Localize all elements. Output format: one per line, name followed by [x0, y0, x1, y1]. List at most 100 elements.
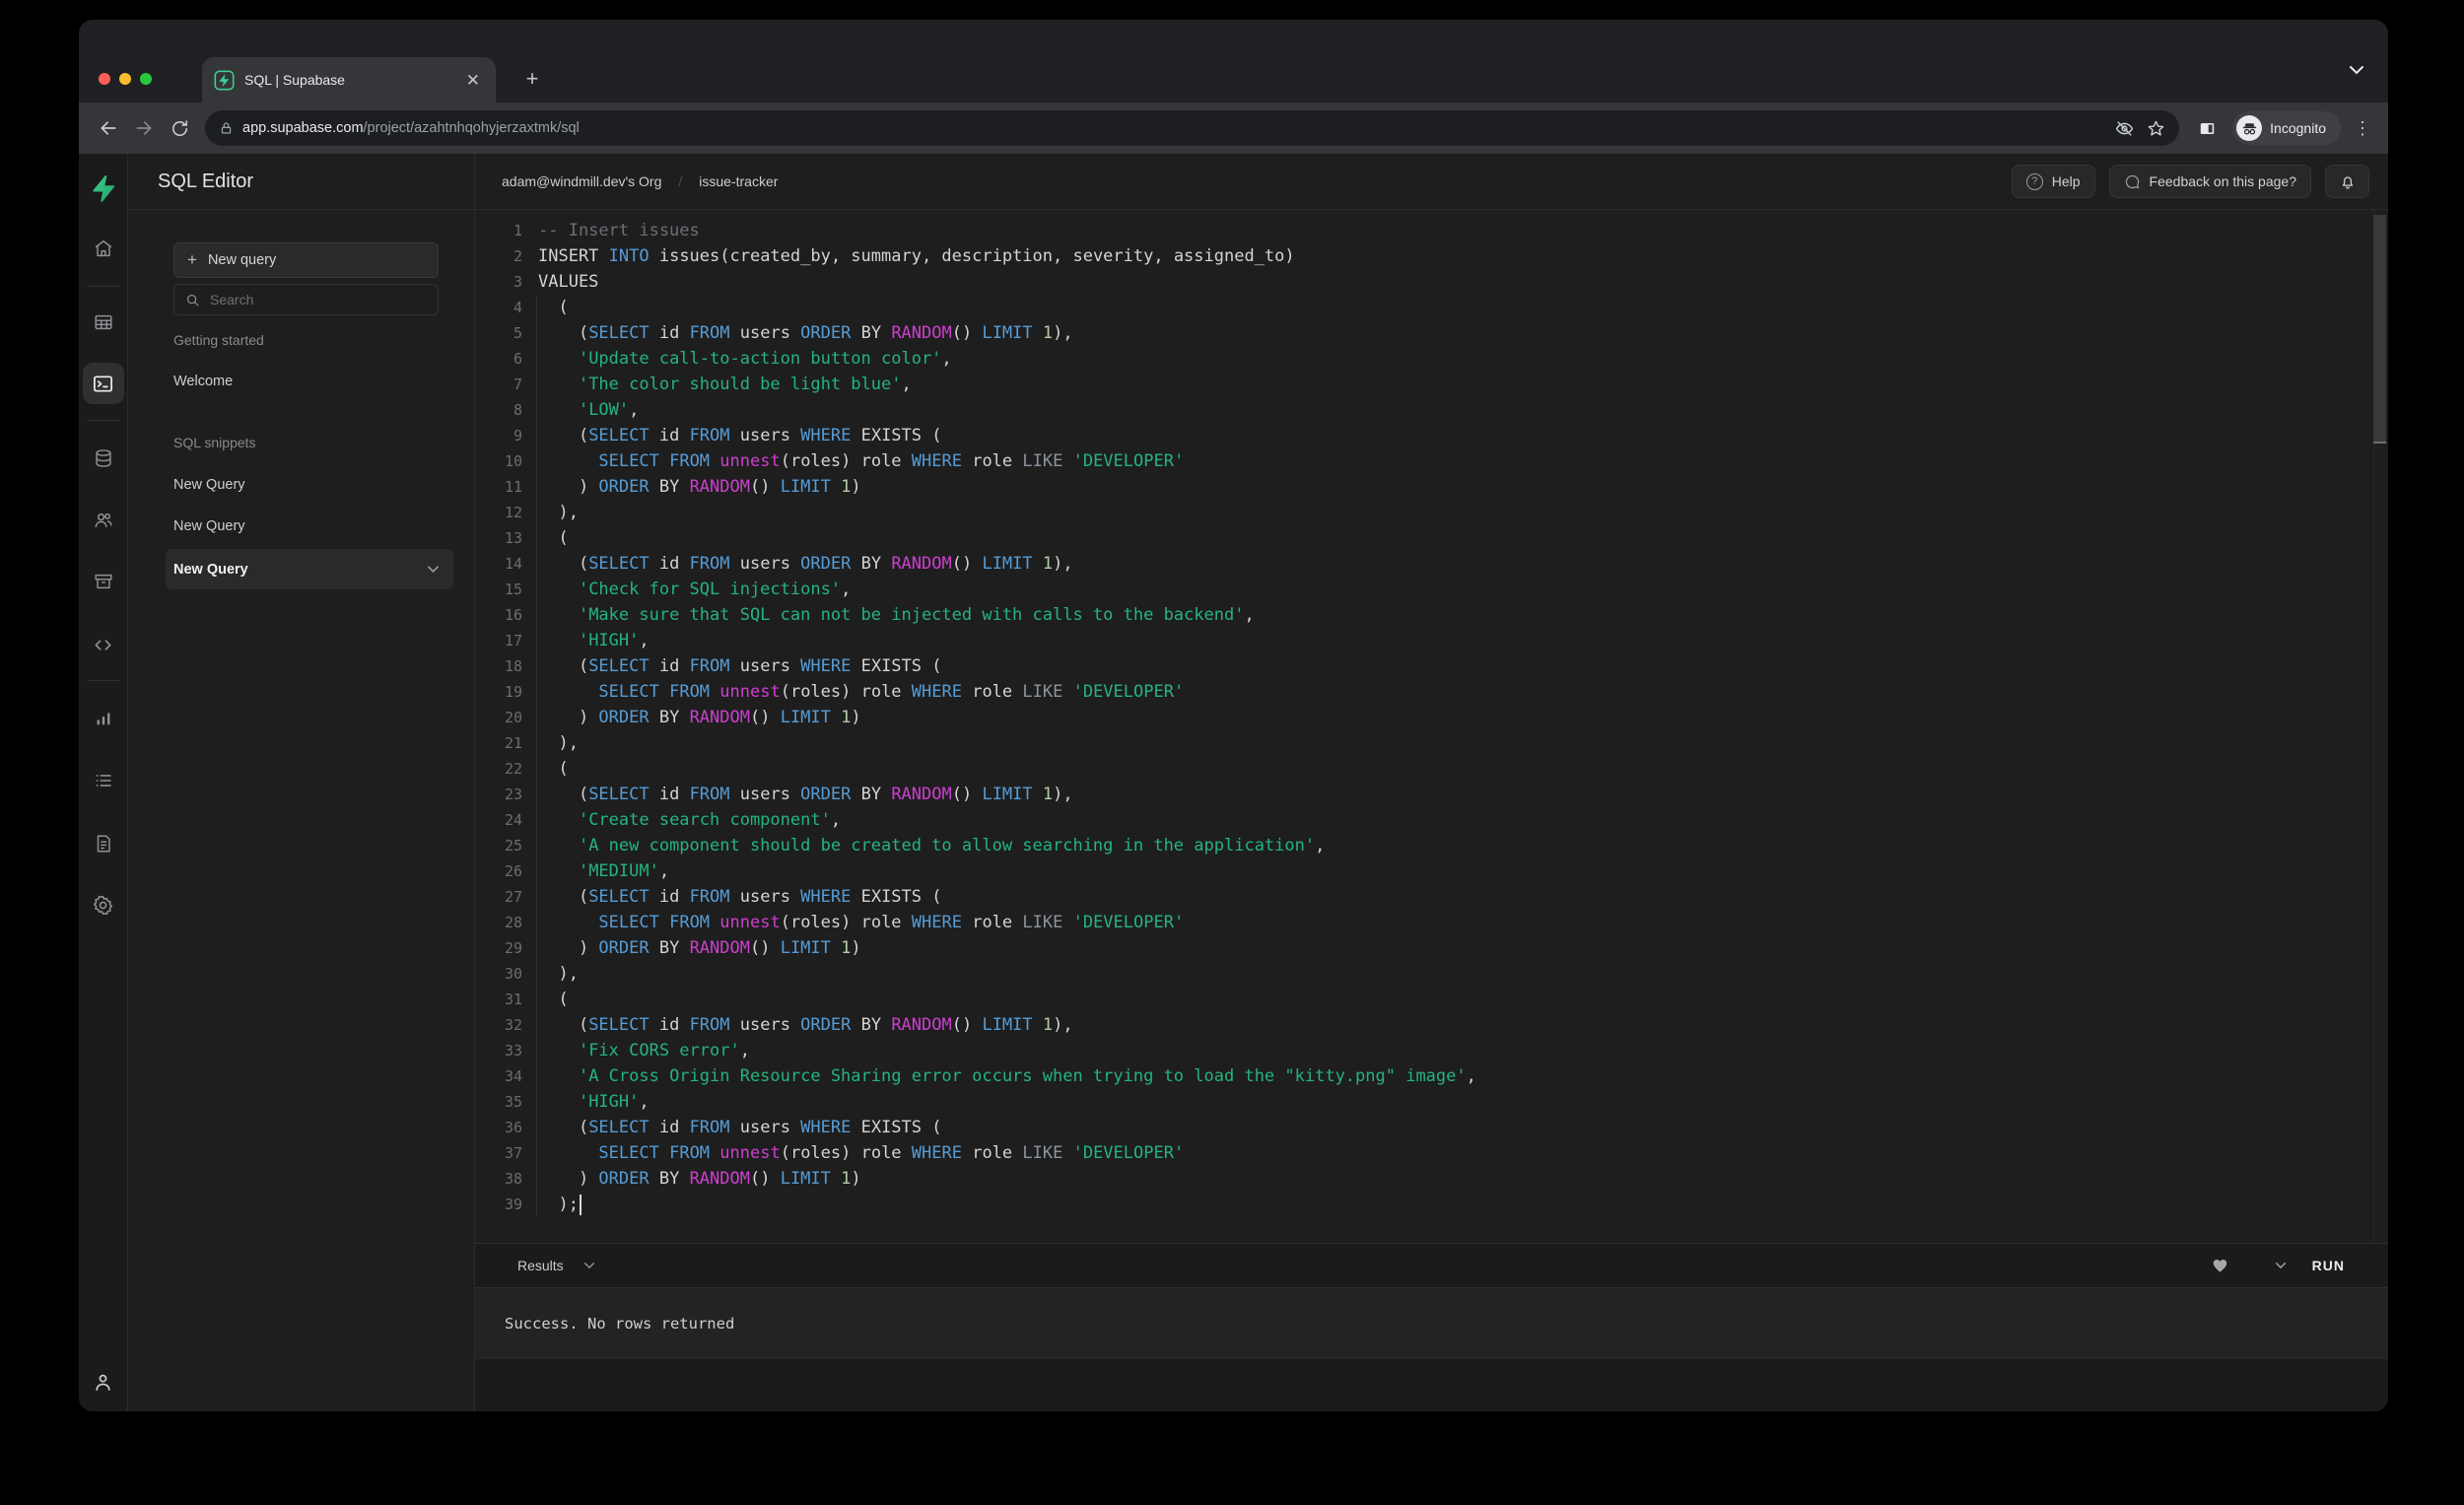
favorite-heart-icon[interactable]: [2211, 1257, 2229, 1274]
browser-toolbar: app.supabase.com/project/azahtnhqohyjerz…: [79, 103, 2388, 154]
line-number: 37: [504, 1144, 522, 1162]
account-icon[interactable]: [84, 1362, 123, 1402]
tab-search-chevron-icon[interactable]: [2349, 65, 2364, 75]
supabase-logo-icon[interactable]: [84, 169, 123, 208]
indent-guide: [536, 295, 537, 1217]
code-line: 31 (: [475, 987, 2388, 1012]
sidebar-item-snippet-1[interactable]: New Query: [173, 477, 245, 493]
rail-divider: [87, 680, 120, 681]
new-tab-button[interactable]: +: [517, 64, 547, 94]
breadcrumb-project[interactable]: issue-tracker: [699, 173, 778, 189]
line-number: 25: [504, 837, 522, 855]
line-number: 12: [504, 504, 522, 521]
sidebar-item-logs[interactable]: [84, 761, 123, 800]
window-close-button[interactable]: [99, 73, 110, 85]
line-number: 2: [513, 247, 522, 265]
bookmark-star-icon[interactable]: [2140, 112, 2171, 144]
code-line: 26 'MEDIUM',: [475, 858, 2388, 884]
search-icon: [186, 294, 199, 306]
editor-scrollbar-thumb[interactable]: [2373, 215, 2386, 444]
code-line: 28 SELECT FROM unnest(roles) role WHERE …: [475, 910, 2388, 935]
supabase-favicon-icon: [214, 70, 235, 90]
chevron-down-icon[interactable]: [583, 1262, 595, 1269]
code-line: 8 'LOW',: [475, 397, 2388, 423]
line-number: 22: [504, 760, 522, 778]
line-number: 4: [513, 299, 522, 316]
sidebar-item-api[interactable]: [84, 625, 123, 664]
line-number: 34: [504, 1067, 522, 1085]
line-number: 6: [513, 350, 522, 368]
tab-strip: SQL | Supabase ✕ +: [79, 20, 2388, 103]
code-line: 16 'Make sure that SQL can not be inject…: [475, 602, 2388, 628]
code-line: 27 (SELECT id FROM users WHERE EXISTS (: [475, 884, 2388, 910]
tab-close-icon[interactable]: ✕: [462, 70, 484, 91]
eye-off-icon[interactable]: [2108, 112, 2140, 144]
url-path: /project/azahtnhqohyjerzaxtmk/sql: [363, 120, 580, 136]
line-number: 7: [513, 376, 522, 393]
sidebar-item-table-editor[interactable]: [84, 303, 123, 342]
incognito-badge: Incognito: [2232, 111, 2341, 145]
line-number: 33: [504, 1042, 522, 1060]
help-button[interactable]: ? Help: [2011, 165, 2095, 198]
code-line: 10 SELECT FROM unnest(roles) role WHERE …: [475, 448, 2388, 474]
code-line: 5 (SELECT id FROM users ORDER BY RANDOM(…: [475, 320, 2388, 346]
results-bar: Results RUN: [475, 1243, 2388, 1288]
code-line: 22 (: [475, 756, 2388, 782]
sidebar-item-settings[interactable]: [84, 885, 123, 924]
browser-tab[interactable]: SQL | Supabase ✕: [202, 57, 496, 103]
supabase-app: SQL Editor + New query Getting started W…: [79, 154, 2388, 1411]
success-message: Success. No rows returned: [505, 1314, 735, 1333]
sidebar-item-storage[interactable]: [84, 562, 123, 601]
sidebar-item-database[interactable]: [84, 439, 123, 478]
sidebar-item-docs[interactable]: [84, 824, 123, 863]
traffic-lights: [99, 73, 152, 85]
search-box[interactable]: [173, 284, 439, 315]
text-cursor: [579, 1194, 582, 1215]
notifications-button[interactable]: [2325, 165, 2369, 198]
run-button[interactable]: RUN: [2312, 1258, 2345, 1273]
feedback-label: Feedback on this page?: [2149, 173, 2296, 189]
sidebar-item-reports[interactable]: [84, 699, 123, 738]
code-line: 18 (SELECT id FROM users WHERE EXISTS (: [475, 653, 2388, 679]
breadcrumb-org[interactable]: adam@windmill.dev's Org: [502, 173, 661, 189]
search-input[interactable]: [210, 292, 407, 308]
line-number: 3: [513, 273, 522, 291]
section-getting-started: Getting started: [173, 332, 264, 348]
sidebar-item-home[interactable]: [84, 229, 123, 268]
lock-icon: [221, 122, 232, 134]
window-minimize-button[interactable]: [119, 73, 131, 85]
feedback-button[interactable]: Feedback on this page?: [2108, 165, 2311, 198]
line-number: 24: [504, 811, 522, 829]
chevron-down-icon[interactable]: [427, 565, 440, 574]
code-line: 35 'HIGH',: [475, 1089, 2388, 1115]
code-line: 20 ) ORDER BY RANDOM() LIMIT 1): [475, 705, 2388, 730]
code-line: 37 SELECT FROM unnest(roles) role WHERE …: [475, 1140, 2388, 1166]
back-button[interactable]: [91, 110, 126, 146]
line-number: 23: [504, 786, 522, 803]
code-line: 38 ) ORDER BY RANDOM() LIMIT 1): [475, 1166, 2388, 1192]
forward-button[interactable]: [126, 110, 162, 146]
side-panel-icon[interactable]: [2189, 110, 2224, 146]
reload-button[interactable]: [162, 110, 197, 146]
line-number: 19: [504, 683, 522, 701]
code-line: 2 INSERT INTO issues(created_by, summary,…: [475, 243, 2388, 269]
plus-icon: +: [187, 250, 197, 269]
line-number: 8: [513, 401, 522, 419]
run-options-chevron-icon[interactable]: [2275, 1262, 2287, 1269]
line-number: 32: [504, 1016, 522, 1034]
code-line: 15 'Check for SQL injections',: [475, 577, 2388, 602]
sidebar-item-sql-editor[interactable]: [82, 363, 124, 404]
sidebar-item-snippet-2[interactable]: New Query: [173, 518, 245, 534]
sidebar-item-auth[interactable]: [84, 500, 123, 539]
sql-code-editor[interactable]: 1 -- Insert issues 2 INSERT INTO issues(cre…: [475, 210, 2388, 1243]
new-query-button[interactable]: + New query: [173, 242, 439, 278]
sidebar-item-welcome[interactable]: Welcome: [173, 374, 233, 389]
url-text: app.supabase.com/project/azahtnhqohyjerz…: [242, 120, 580, 136]
browser-menu-icon[interactable]: ⋮: [2351, 118, 2374, 139]
results-dropdown[interactable]: Results: [517, 1258, 564, 1273]
sidebar-item-snippet-active[interactable]: New Query: [166, 549, 453, 589]
line-number: 11: [504, 478, 522, 496]
line-number: 16: [504, 606, 522, 624]
window-zoom-button[interactable]: [140, 73, 152, 85]
url-bar[interactable]: app.supabase.com/project/azahtnhqohyjerz…: [205, 110, 2180, 146]
